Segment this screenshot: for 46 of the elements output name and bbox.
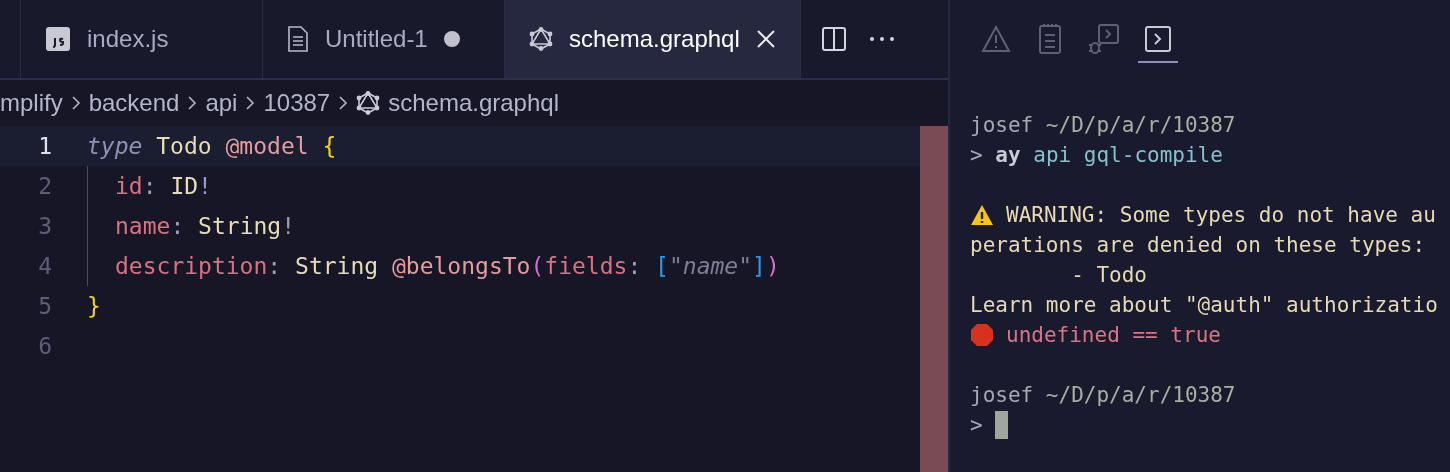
terminal-line: perations are denied on these types:	[970, 233, 1426, 257]
debug-console-icon	[1088, 23, 1120, 55]
code-line: description: String @belongsTo(fields: ["name"])	[115, 253, 780, 279]
terminal-icon	[1144, 25, 1172, 53]
terminal-line: josef ~/D/p/a/r/10387	[970, 383, 1236, 407]
line-number: 1	[37, 133, 53, 159]
scrollbar[interactable]	[920, 126, 948, 472]
graphql-icon	[356, 91, 381, 115]
more-icon[interactable]	[868, 36, 895, 42]
terminal-line: WARNING: Some types do not have au	[1006, 203, 1436, 227]
terminal-line: - Todo	[1070, 263, 1147, 287]
line-number: 5	[37, 293, 53, 319]
code-line: name: String!	[115, 213, 296, 239]
code-line: }	[87, 293, 101, 319]
breadcrumb[interactable]: backend	[88, 89, 180, 117]
terminal-line: >	[970, 413, 983, 437]
warning-icon	[981, 25, 1011, 53]
line-number: 3	[37, 213, 53, 239]
code-line: type Todo @model {	[87, 133, 337, 159]
chevron-icon	[338, 95, 349, 111]
terminal-cursor	[994, 411, 1008, 439]
chevron-icon	[245, 95, 256, 111]
editor-tab[interactable]: index.js	[21, 0, 263, 78]
line-number: 4	[37, 253, 53, 279]
warning-icon	[970, 204, 994, 226]
chevron-icon	[70, 95, 81, 111]
line-number: 2	[37, 173, 53, 199]
chevron-icon	[187, 95, 198, 111]
breadcrumb[interactable]: api	[205, 89, 238, 117]
code-line: id: ID!	[115, 173, 212, 199]
close-icon[interactable]	[755, 29, 776, 49]
split-editor-icon[interactable]	[820, 26, 847, 52]
breadcrumb[interactable]: schema.graphql	[388, 89, 559, 117]
document-icon	[287, 26, 309, 52]
editor-tab[interactable]: schema.graphql	[505, 0, 801, 78]
js-file-icon	[45, 26, 71, 52]
graphql-icon	[529, 27, 553, 51]
terminal-line: josef ~/D/p/a/r/10387	[970, 113, 1236, 137]
terminal-line: undefined == true	[1006, 323, 1221, 347]
notepad-icon	[1038, 23, 1062, 55]
stop-sign-icon	[970, 323, 994, 347]
terminal-line: > ay api gql-compile	[970, 143, 1223, 167]
breadcrumb[interactable]: mplify	[0, 89, 63, 117]
terminal-line: Learn more about "@auth" authorizatio	[970, 293, 1438, 317]
breadcrumb[interactable]: 10387	[263, 89, 331, 117]
line-number: 6	[37, 333, 53, 359]
